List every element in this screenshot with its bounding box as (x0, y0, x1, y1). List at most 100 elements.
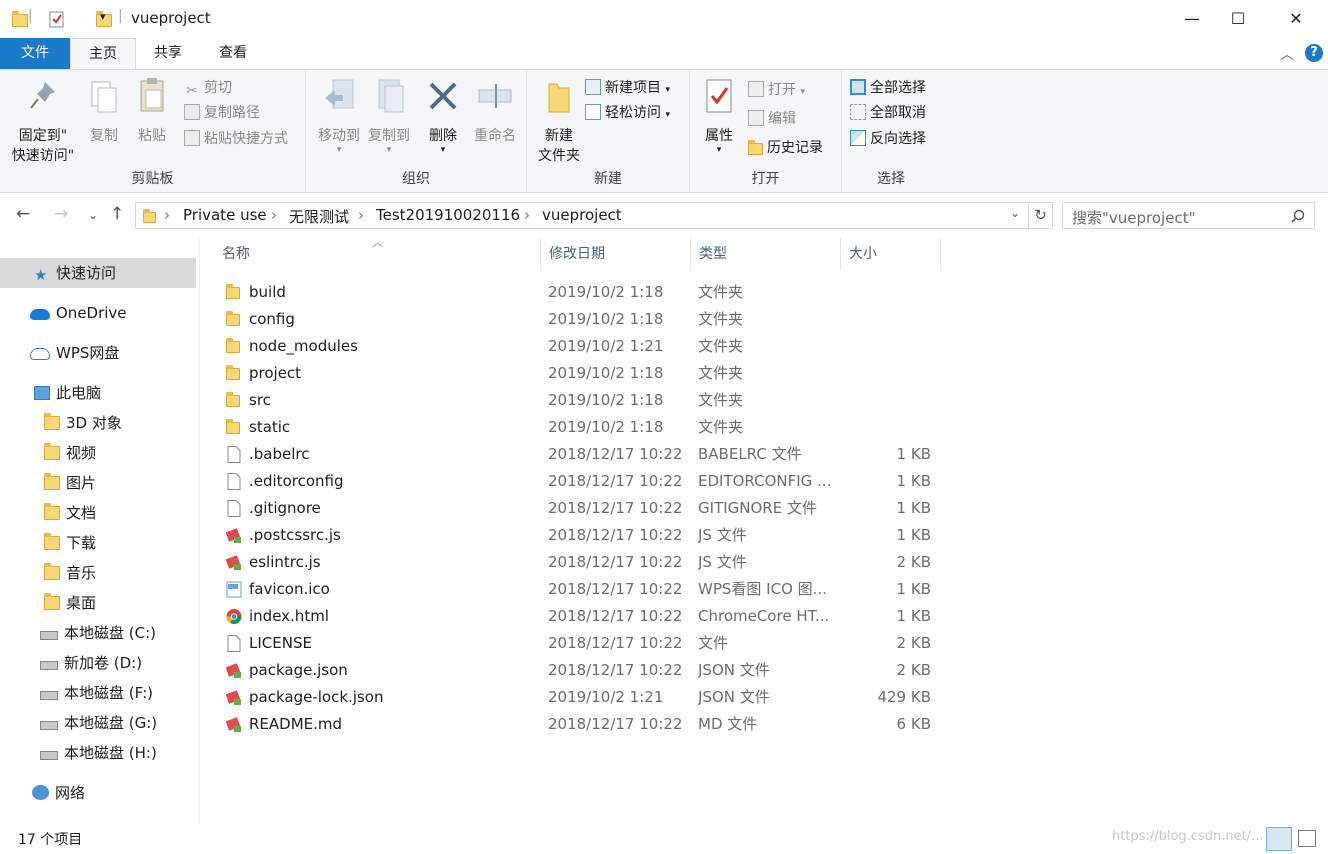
maximize-button[interactable]: ☐ (1215, 0, 1261, 38)
file-row[interactable]: static 2019/10/2 1:18 文件夹 (220, 414, 1150, 441)
nav-item-drive-g[interactable]: 本地磁盘 (G:) (0, 708, 196, 738)
nav-item-desktop[interactable]: 桌面 (0, 588, 196, 618)
search-input[interactable]: 搜索"vueproject" (1062, 202, 1315, 229)
nav-item-drive-f[interactable]: 本地磁盘 (F:) (0, 678, 196, 708)
file-name: LICENSE (249, 634, 312, 652)
address-dropdown-icon[interactable]: ⌄ (1010, 206, 1020, 220)
nav-item-videos[interactable]: 视频 (0, 438, 196, 468)
breadcrumb-item[interactable]: vueproject (542, 206, 622, 224)
file-size: 1 KB (896, 580, 931, 598)
select-all-button[interactable]: 全部选择 (850, 76, 926, 100)
nav-item-downloads[interactable]: 下载 (0, 528, 196, 558)
copy-path-button[interactable]: 复制路径 (184, 101, 260, 125)
refresh-icon[interactable]: ↻ (1029, 202, 1053, 229)
download-icon (44, 533, 60, 550)
large-icons-view-icon[interactable] (1298, 830, 1316, 847)
column-header-size[interactable]: 大小 (841, 238, 941, 270)
breadcrumb-item[interactable]: 无限测试 (289, 206, 349, 227)
breadcrumb-item[interactable]: Private use (183, 206, 267, 224)
nav-item-3d-objects[interactable]: 3D 对象 (0, 408, 196, 438)
close-button[interactable]: ✕ (1273, 0, 1319, 38)
column-header-name[interactable]: 名称 (214, 238, 541, 270)
tab-share[interactable]: 共享 (140, 38, 196, 69)
file-row[interactable]: .babelrc 2018/12/17 10:22 BABELRC 文件 1 KB (220, 441, 1150, 468)
column-header-type[interactable]: 类型 (691, 238, 841, 270)
paste-button[interactable]: 粘贴 (130, 76, 174, 146)
minimize-button[interactable]: — (1169, 0, 1215, 38)
clipboard-group: 固定到" 快速访问" 复制 粘贴 ✂ 剪切 复制路径 粘贴快捷方式 剪贴板 (0, 70, 306, 192)
paste-shortcut-button[interactable]: 粘贴快捷方式 (184, 127, 288, 151)
back-arrow-icon[interactable]: ← (16, 204, 30, 224)
cut-button[interactable]: ✂ 剪切 (184, 76, 232, 100)
file-row[interactable]: node_modules 2019/10/2 1:21 文件夹 (220, 333, 1150, 360)
nav-item-quick-access[interactable]: ★ 快速访问 (0, 258, 196, 288)
collapse-ribbon-icon[interactable]: ︿ (1280, 44, 1294, 64)
customize-qa-dropdown-icon[interactable]: ▾ (100, 10, 106, 23)
file-type: MD 文件 (698, 715, 758, 733)
file-row[interactable]: package.json 2018/12/17 10:22 JSON 文件 2 KB (220, 657, 1150, 684)
up-arrow-icon[interactable]: ↑ (110, 204, 124, 224)
file-row[interactable]: src 2019/10/2 1:18 文件夹 (220, 387, 1150, 414)
file-row[interactable]: favicon.ico 2018/12/17 10:22 WPS看图 ICO 图..… (220, 576, 1150, 603)
delete-button[interactable]: 删除 ▾ (420, 76, 466, 155)
chevron-right-icon[interactable]: › (271, 206, 277, 224)
nav-item-wps-drive[interactable]: WPS网盘 (0, 338, 196, 368)
nav-item-drive-c[interactable]: 本地磁盘 (C:) (0, 618, 196, 648)
title-bar: | ▾ | vueproject — ☐ ✕ (0, 0, 1328, 38)
breadcrumb-item[interactable]: Test201910020116 (376, 206, 520, 224)
chevron-right-icon[interactable]: › (524, 206, 530, 224)
select-none-button[interactable]: 全部取消 (850, 101, 926, 125)
drive-icon (40, 661, 58, 670)
file-row[interactable]: .postcssrc.js 2018/12/17 10:22 JS 文件 1 KB (220, 522, 1150, 549)
nav-label: 文档 (66, 504, 97, 522)
help-icon[interactable]: ? (1305, 44, 1323, 62)
nav-item-network[interactable]: 网络 (0, 778, 196, 808)
nav-label: 本地磁盘 (C:) (64, 624, 156, 642)
rename-button[interactable]: 重命名 (468, 76, 522, 146)
nav-item-music[interactable]: 音乐 (0, 558, 196, 588)
nav-item-drive-d[interactable]: 新加卷 (D:) (0, 648, 196, 678)
breadcrumb[interactable]: › Private use › 无限测试 › Test201910020116 … (135, 202, 1029, 229)
history-button[interactable]: 历史记录 (748, 136, 823, 160)
chevron-right-icon[interactable]: › (358, 206, 364, 224)
copy-to-button[interactable]: 复制到 ▾ (362, 76, 416, 155)
pin-quick-access-button[interactable]: 固定到" 快速访问" (8, 76, 78, 166)
new-item-dropdown-icon: ▾ (665, 85, 670, 95)
new-item-button[interactable]: 新建项目 ▾ (585, 76, 670, 100)
nav-item-documents[interactable]: 文档 (0, 498, 196, 528)
edit-button[interactable]: 编辑 (748, 107, 796, 131)
nav-item-this-pc[interactable]: 此电脑 (0, 378, 196, 408)
properties-qa-icon[interactable] (49, 10, 65, 28)
file-row[interactable]: .gitignore 2018/12/17 10:22 GITIGNORE 文件 1 … (220, 495, 1150, 522)
move-to-button[interactable]: 移动到 ▾ (312, 76, 366, 155)
cut-label: 剪切 (204, 80, 232, 96)
file-row[interactable]: eslintrc.js 2018/12/17 10:22 JS 文件 2 KB (220, 549, 1150, 576)
properties-button[interactable]: 属性 ▾ (696, 76, 742, 155)
file-row[interactable]: .editorconfig 2018/12/17 10:22 EDITORCONFI… (220, 468, 1150, 495)
nav-label: 视频 (66, 444, 97, 462)
file-row[interactable]: config 2019/10/2 1:18 文件夹 (220, 306, 1150, 333)
column-header-date[interactable]: 修改日期 (541, 238, 691, 270)
open-button[interactable]: 打开 ▾ (748, 78, 805, 102)
tab-file[interactable]: 文件 (0, 38, 70, 69)
invert-selection-button[interactable]: 反向选择 (850, 127, 926, 151)
copy-button[interactable]: 复制 (82, 76, 126, 146)
tab-home[interactable]: 主页 (70, 38, 136, 70)
nav-item-pictures[interactable]: 图片 (0, 468, 196, 498)
tab-view[interactable]: 查看 (205, 38, 261, 69)
file-row[interactable]: project 2019/10/2 1:18 文件夹 (220, 360, 1150, 387)
nav-label: 本地磁盘 (F:) (64, 684, 153, 702)
new-folder-button[interactable]: 新建 文件夹 (531, 76, 587, 166)
forward-arrow-icon[interactable]: → (54, 204, 68, 224)
nav-item-drive-h[interactable]: 本地磁盘 (H:) (0, 738, 196, 768)
file-row[interactable]: build 2019/10/2 1:18 文件夹 (220, 279, 1150, 306)
file-row[interactable]: README.md 2018/12/17 10:22 MD 文件 6 KB (220, 711, 1150, 738)
file-row[interactable]: package-lock.json 2019/10/2 1:21 JSON 文件 42… (220, 684, 1150, 711)
nav-item-onedrive[interactable]: OneDrive (0, 298, 196, 328)
file-row[interactable]: LICENSE 2018/12/17 10:22 文件 2 KB (220, 630, 1150, 657)
easy-access-button[interactable]: 轻松访问 ▾ (585, 101, 670, 125)
recent-locations-chevron-icon[interactable]: ⌄ (88, 208, 98, 222)
details-view-icon[interactable] (1266, 827, 1292, 851)
file-type: 文件夹 (698, 391, 744, 409)
file-row[interactable]: index.html 2018/12/17 10:22 ChromeCore HT.… (220, 603, 1150, 630)
